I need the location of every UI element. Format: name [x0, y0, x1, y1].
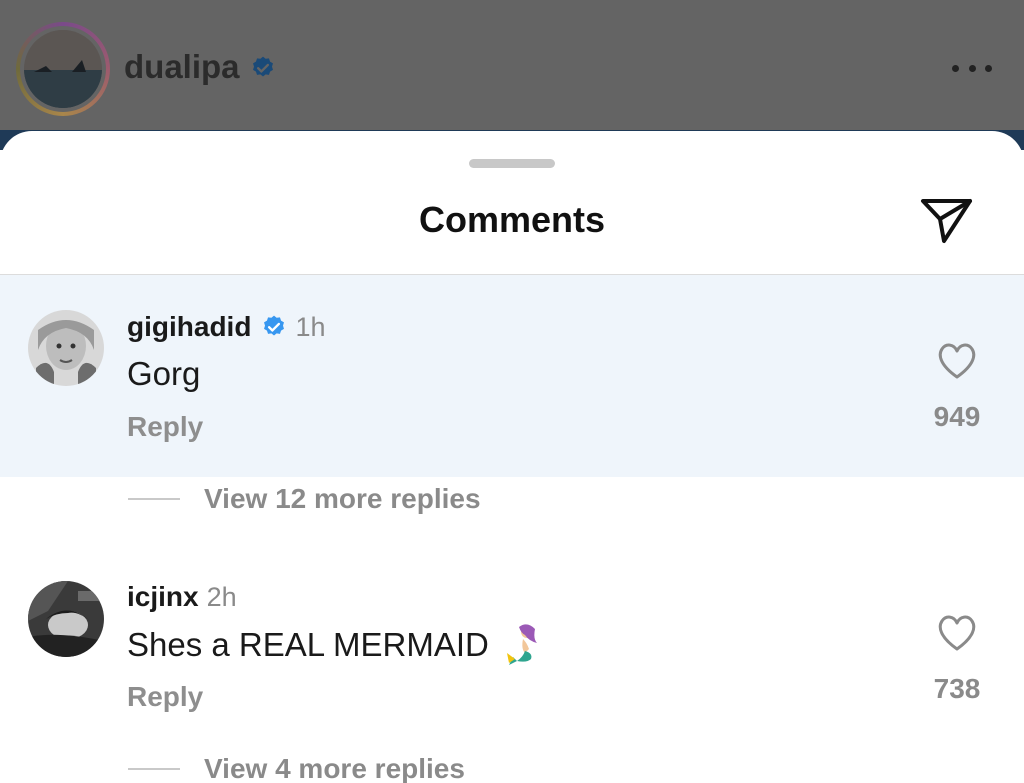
view-replies-label[interactable]: View 12 more replies — [204, 483, 481, 515]
post-header: dualipa — [0, 0, 1024, 150]
post-username[interactable]: dualipa — [124, 48, 240, 86]
reply-button[interactable]: Reply — [127, 411, 203, 443]
heart-icon[interactable] — [936, 341, 978, 381]
comment-text-body: Shes a REAL MERMAID — [127, 626, 489, 663]
owner-avatar[interactable] — [24, 30, 102, 108]
heart-icon[interactable] — [936, 613, 978, 653]
view-replies-button[interactable]: View 4 more replies — [128, 753, 465, 783]
comment-text: Shes a REAL MERMAID — [127, 623, 543, 667]
story-ring[interactable] — [16, 22, 110, 116]
view-replies-button[interactable]: View 12 more replies — [128, 483, 481, 515]
replies-divider-line — [128, 498, 180, 500]
avatar[interactable] — [28, 310, 104, 386]
mermaid-emoji — [506, 624, 537, 665]
like-count: 738 — [933, 673, 981, 704]
sheet-grabber[interactable] — [469, 159, 555, 168]
avatar[interactable] — [28, 581, 104, 657]
comment-timestamp: 1h — [295, 312, 326, 342]
replies-divider-line — [128, 768, 180, 770]
more-horizontal-icon — [952, 64, 959, 72]
like-count: 949 — [933, 401, 981, 432]
comment-item: icjinx 2h Shes a REAL MERMAID Reply 738 — [0, 561, 1024, 761]
paper-plane-icon[interactable] — [918, 193, 976, 247]
sheet-title: Comments — [418, 199, 606, 240]
more-options-button[interactable] — [952, 58, 992, 78]
comment-item: gigihadid 1h Gorg Reply 949 — [0, 275, 1024, 477]
reply-button[interactable]: Reply — [127, 681, 203, 713]
comment-timestamp: 2h — [206, 582, 237, 612]
comment-text: Gorg — [127, 355, 200, 393]
view-replies-label[interactable]: View 4 more replies — [204, 753, 465, 783]
verified-badge-icon — [253, 56, 273, 77]
comments-sheet: Comments gigihadid 1h Gorg Reply 949 Vie… — [0, 131, 1024, 783]
comment-text-body: Gorg — [127, 355, 201, 392]
comment-username[interactable]: gigihadid — [127, 311, 251, 343]
comment-username[interactable]: icjinx — [127, 581, 199, 613]
verified-badge-icon — [264, 315, 285, 336]
